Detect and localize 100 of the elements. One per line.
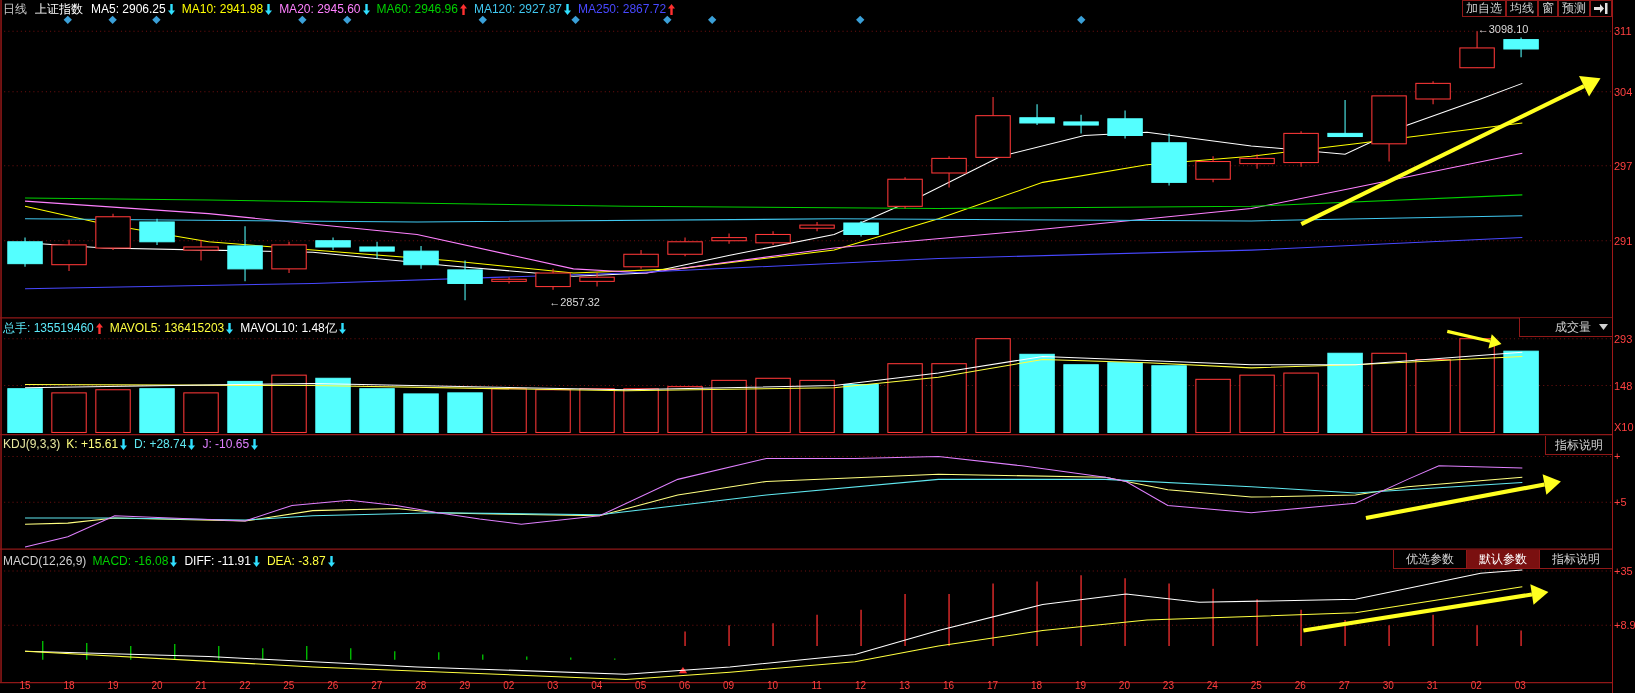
axis-label: +8.9 (1614, 619, 1635, 633)
candlestick (535, 268, 571, 291)
volume-bar (1283, 372, 1319, 433)
volume-bar (1107, 362, 1143, 433)
caret-icon (1599, 324, 1608, 330)
volume-bar (359, 388, 395, 433)
candlestick (1503, 37, 1539, 58)
toolbar-button[interactable]: 加自选 (1462, 0, 1506, 17)
marker-icon (708, 15, 717, 24)
indicator-value: MA120: 2927.87 (473, 2, 562, 17)
date-label: 26 (1294, 680, 1306, 692)
volume-bar (139, 388, 175, 433)
price-annotation: ←3098.10 (1477, 22, 1529, 36)
indicator-value: 总手: 135519460 (3, 321, 94, 336)
date-label: 12 (855, 680, 867, 692)
date-label: 28 (415, 680, 427, 692)
candlestick (403, 245, 439, 270)
parameter-tab[interactable]: 默认参数 (1466, 550, 1539, 569)
indicator-value: D: +28.74 (134, 437, 187, 452)
candlestick (447, 260, 483, 301)
indicator-title: MACD(12,26,9) (3, 554, 87, 569)
candlestick (359, 241, 395, 259)
parameter-tab[interactable]: 优选参数 (1393, 550, 1466, 569)
toolbar-button[interactable]: 预测 (1558, 0, 1590, 17)
candlestick (1107, 109, 1143, 140)
axis-label: +5 (1614, 496, 1627, 510)
indicator-value: K: +15.61 (66, 437, 119, 452)
indicator-value: J: -10.65 (202, 437, 250, 452)
date-label: 24 (1206, 680, 1218, 692)
axis-label: 148 (1614, 379, 1633, 393)
indicator-value: MA250: 2867.72 (578, 2, 667, 17)
candlestick (799, 221, 835, 232)
indicator-help-button[interactable]: 指标说明 (1545, 436, 1612, 455)
volume-bar (755, 377, 791, 433)
parameter-tab[interactable]: 指标说明 (1539, 550, 1612, 569)
candlestick (51, 239, 87, 272)
date-label: 11 (811, 680, 822, 692)
axis-label: X10 (1614, 421, 1634, 435)
date-label: 02 (503, 680, 515, 692)
marker-icon (478, 15, 487, 24)
candlestick (931, 155, 967, 189)
date-label: 02 (1470, 680, 1482, 692)
date-label: 31 (1426, 680, 1438, 692)
indicator-title: KDJ(9,3,3) (3, 437, 61, 452)
axis-label: 304 (1614, 85, 1633, 99)
axis-label: + (1614, 450, 1621, 464)
date-label: 27 (371, 680, 383, 692)
date-label: 09 (723, 680, 735, 692)
toolbar-button[interactable]: 均线 (1506, 0, 1538, 17)
volume-bar (271, 374, 307, 433)
candlestick (1371, 95, 1407, 163)
axis-label: 291 (1614, 234, 1633, 248)
index-name: 上证指数 (35, 2, 83, 17)
date-label: 16 (942, 680, 955, 692)
candlestick (1327, 99, 1363, 138)
date-label: 23 (1162, 680, 1174, 692)
date-label: 13 (899, 680, 911, 692)
date-label: 22 (239, 680, 251, 692)
marker-icon (63, 15, 72, 24)
date-label: 25 (1250, 680, 1262, 692)
date-label: 19 (107, 680, 119, 692)
volume-bar (447, 392, 483, 433)
marker-icon (343, 15, 352, 24)
exit-button[interactable] (1590, 0, 1612, 17)
date-label: 21 (195, 680, 207, 692)
candlestick (623, 249, 659, 270)
axis-label: 311 (1614, 25, 1632, 39)
volume-bar (1151, 365, 1187, 433)
dropdown-label: 成交量 (1555, 319, 1591, 336)
indicator-value: MA5: 2906.25 (91, 2, 166, 17)
date-label: 27 (1338, 680, 1350, 692)
date-label: 15 (19, 680, 31, 692)
date-label: 20 (151, 680, 163, 692)
candlestick (315, 237, 351, 251)
volume-bar (623, 388, 659, 433)
marker-icon (108, 15, 117, 24)
volume-bar (95, 389, 131, 433)
candlestick (975, 96, 1011, 158)
candlestick (491, 276, 527, 284)
indicator-value: MA10: 2941.98 (181, 2, 264, 17)
candlestick (271, 241, 307, 274)
price-annotation: ←2857.32 (549, 295, 600, 309)
candlestick (139, 218, 175, 246)
date-label: 29 (459, 680, 471, 692)
marker-icon (298, 15, 307, 24)
marker-icon (663, 15, 672, 24)
volume-bar (843, 384, 879, 433)
toolbar-button[interactable]: 窗 (1538, 0, 1558, 17)
volume-bar (887, 363, 923, 433)
volume-bar (1239, 374, 1275, 433)
date-label: 06 (679, 680, 691, 692)
candlestick (843, 220, 879, 238)
indicator-value: MAVOL10: 1.48亿 (240, 321, 337, 336)
indicator-dropdown[interactable]: 成交量 (1519, 318, 1612, 337)
exit-icon (1594, 3, 1608, 14)
candlestick (7, 237, 43, 268)
date-label: 26 (327, 680, 339, 692)
marker-icon (152, 15, 161, 24)
volume-bar (315, 377, 351, 433)
period-label[interactable]: 日线 (3, 2, 27, 17)
